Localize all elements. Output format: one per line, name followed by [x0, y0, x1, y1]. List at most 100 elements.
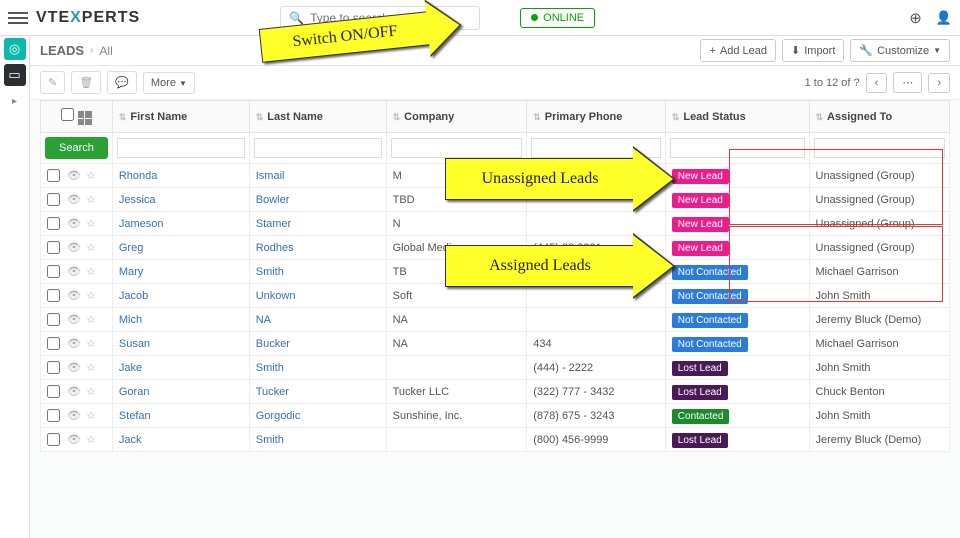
cell-first[interactable]: Jameson	[112, 212, 249, 236]
edit-tool[interactable]: ✎	[40, 71, 65, 94]
star-icon[interactable]: ☆	[86, 265, 96, 278]
user-icon[interactable]: 👤	[936, 10, 952, 26]
comment-tool[interactable]: 💬	[107, 71, 137, 94]
customize-button[interactable]: 🔧Customize▼	[850, 39, 950, 62]
search-button[interactable]: Search	[45, 137, 108, 159]
cell-first[interactable]: Rhonda	[112, 164, 249, 188]
table-row[interactable]: 👁☆MichNANANot ContactedJeremy Bluck (Dem…	[41, 308, 950, 332]
page-prev[interactable]: ‹	[866, 73, 888, 93]
filter-assigned[interactable]	[814, 138, 946, 158]
table-row[interactable]: 👁☆StefanGorgodicSunshine, Inc.(878) 675 …	[41, 404, 950, 428]
cell-last[interactable]: Stamer	[249, 212, 386, 236]
cell-last[interactable]: Bowler	[249, 188, 386, 212]
sort-icon[interactable]: ⇅	[119, 112, 127, 122]
cell-last[interactable]: Ismail	[249, 164, 386, 188]
row-checkbox[interactable]	[47, 193, 60, 206]
more-dropdown[interactable]: More ▼	[143, 72, 195, 94]
eye-icon[interactable]: 👁	[67, 193, 81, 206]
row-checkbox[interactable]	[47, 433, 60, 446]
eye-icon[interactable]: 👁	[67, 289, 81, 302]
table-row[interactable]: 👁☆JamesonStamerNNew LeadUnassigned (Grou…	[41, 212, 950, 236]
cell-last[interactable]: Smith	[249, 260, 386, 284]
col-last[interactable]: Last Name	[267, 111, 323, 123]
sort-icon[interactable]: ⇅	[816, 112, 824, 122]
add-lead-button[interactable]: +Add Lead	[700, 39, 776, 62]
cell-first[interactable]: Mich	[112, 308, 249, 332]
cell-first[interactable]: Susan	[112, 332, 249, 356]
star-icon[interactable]: ☆	[86, 433, 96, 446]
table-row[interactable]: 👁☆JacobUnkownSoftNot ContactedJohn Smith	[41, 284, 950, 308]
breadcrumb-module[interactable]: LEADS	[40, 43, 84, 58]
eye-icon[interactable]: 👁	[67, 433, 81, 446]
delete-tool[interactable]: 🗑	[71, 71, 101, 94]
star-icon[interactable]: ☆	[86, 169, 96, 182]
star-icon[interactable]: ☆	[86, 217, 96, 230]
eye-icon[interactable]: 👁	[67, 169, 81, 182]
row-checkbox[interactable]	[47, 409, 60, 422]
page-next[interactable]: ›	[928, 73, 950, 93]
cell-first[interactable]: Goran	[112, 380, 249, 404]
row-checkbox[interactable]	[47, 337, 60, 350]
cell-first[interactable]: Jake	[112, 356, 249, 380]
filter-status[interactable]	[670, 138, 805, 158]
cell-first[interactable]: Greg	[112, 236, 249, 260]
add-icon[interactable]: ⊕	[909, 9, 922, 27]
grid-view-icon[interactable]	[78, 111, 92, 125]
eye-icon[interactable]: 👁	[67, 337, 81, 350]
eye-icon[interactable]: 👁	[67, 385, 81, 398]
cell-last[interactable]: Tucker	[249, 380, 386, 404]
cell-last[interactable]: Gorgodic	[249, 404, 386, 428]
import-button[interactable]: ⬇Import	[782, 39, 844, 62]
row-checkbox[interactable]	[47, 241, 60, 254]
select-all-checkbox[interactable]	[61, 108, 74, 121]
star-icon[interactable]: ☆	[86, 313, 96, 326]
filter-company[interactable]	[391, 138, 523, 158]
star-icon[interactable]: ☆	[86, 409, 96, 422]
col-first[interactable]: First Name	[130, 111, 187, 123]
sort-icon[interactable]: ⇅	[393, 112, 401, 122]
star-icon[interactable]: ☆	[86, 337, 96, 350]
row-checkbox[interactable]	[47, 217, 60, 230]
col-company[interactable]: Company	[404, 111, 454, 123]
filter-first[interactable]	[117, 138, 245, 158]
cell-last[interactable]: Bucker	[249, 332, 386, 356]
eye-icon[interactable]: 👁	[67, 313, 81, 326]
eye-icon[interactable]: 👁	[67, 409, 81, 422]
star-icon[interactable]: ☆	[86, 385, 96, 398]
cell-first[interactable]: Jack	[112, 428, 249, 452]
breadcrumb-all[interactable]: All	[99, 44, 112, 58]
cell-first[interactable]: Stefan	[112, 404, 249, 428]
table-row[interactable]: 👁☆SusanBuckerNA 434Not ContactedMichael …	[41, 332, 950, 356]
online-toggle[interactable]: ONLINE	[520, 8, 595, 28]
filter-last[interactable]	[254, 138, 382, 158]
cell-last[interactable]: Smith	[249, 356, 386, 380]
eye-icon[interactable]: 👁	[67, 217, 81, 230]
sidebar-dashboard-icon[interactable]: ◎	[4, 38, 26, 60]
row-checkbox[interactable]	[47, 313, 60, 326]
star-icon[interactable]: ☆	[86, 289, 96, 302]
star-icon[interactable]: ☆	[86, 241, 96, 254]
row-checkbox[interactable]	[47, 169, 60, 182]
table-row[interactable]: 👁☆JackSmith(800) 456-9999Lost LeadJeremy…	[41, 428, 950, 452]
row-checkbox[interactable]	[47, 385, 60, 398]
row-checkbox[interactable]	[47, 289, 60, 302]
cell-first[interactable]: Jacob	[112, 284, 249, 308]
sidebar-contacts-icon[interactable]: ▭	[4, 64, 26, 86]
star-icon[interactable]: ☆	[86, 193, 96, 206]
cell-last[interactable]: Unkown	[249, 284, 386, 308]
sort-icon[interactable]: ⇅	[256, 112, 264, 122]
col-assigned[interactable]: Assigned To	[827, 111, 892, 123]
table-row[interactable]: 👁☆GoranTuckerTucker LLC(322) 777 - 3432L…	[41, 380, 950, 404]
sidebar-expand-icon[interactable]: ▸	[12, 96, 17, 107]
table-row[interactable]: 👁☆JakeSmith(444) - 2222Lost LeadJohn Smi…	[41, 356, 950, 380]
cell-first[interactable]: Jessica	[112, 188, 249, 212]
menu-icon[interactable]	[8, 9, 28, 27]
cell-last[interactable]: Rodhes	[249, 236, 386, 260]
eye-icon[interactable]: 👁	[67, 265, 81, 278]
cell-last[interactable]: Smith	[249, 428, 386, 452]
cell-last[interactable]: NA	[249, 308, 386, 332]
row-checkbox[interactable]	[47, 361, 60, 374]
eye-icon[interactable]: 👁	[67, 241, 81, 254]
sort-icon[interactable]: ⇅	[533, 112, 541, 122]
eye-icon[interactable]: 👁	[67, 361, 81, 374]
